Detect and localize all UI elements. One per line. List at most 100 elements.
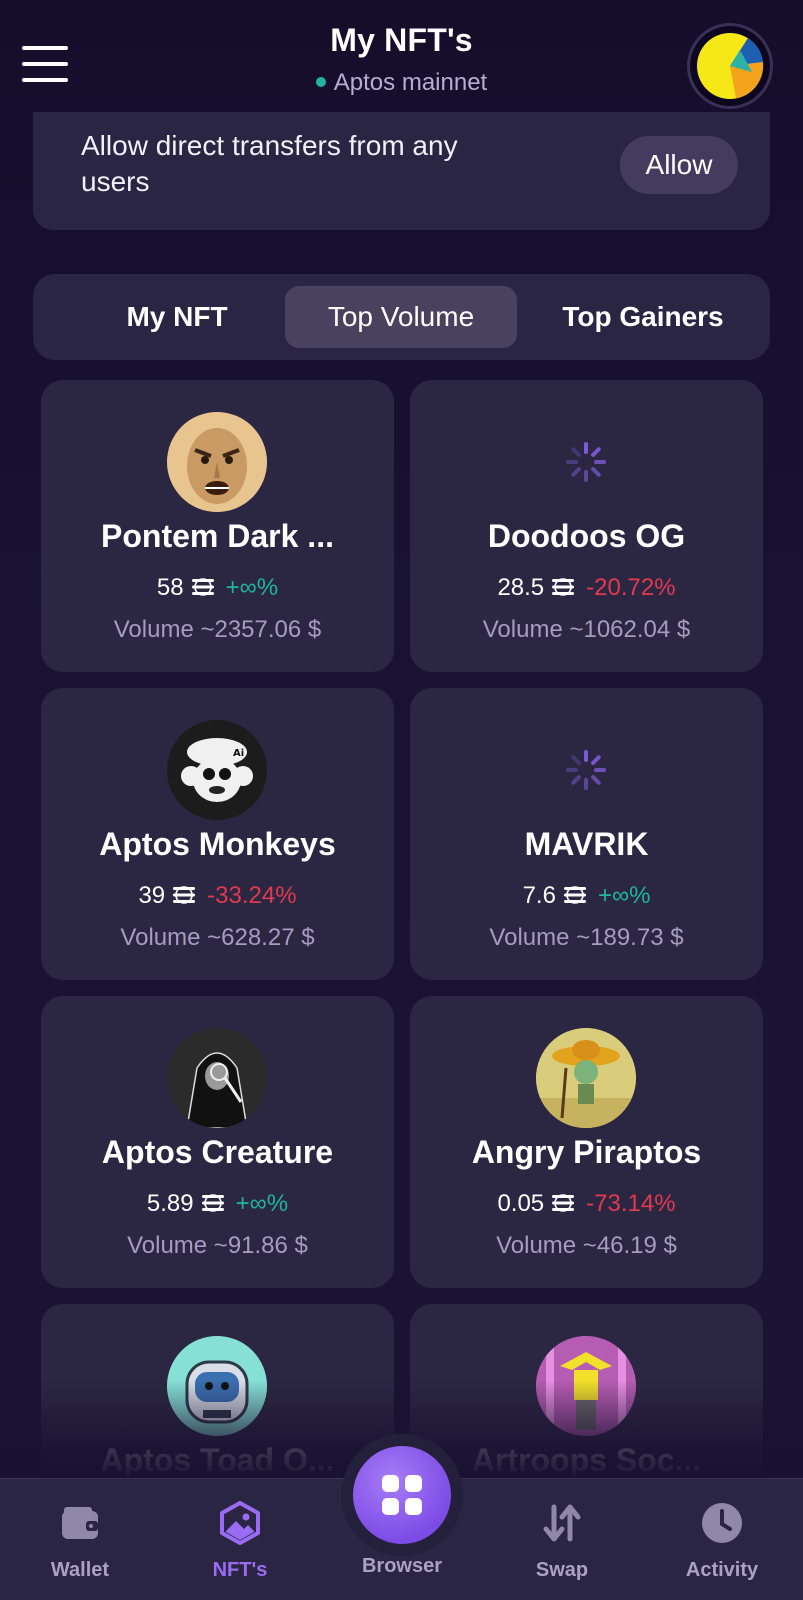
nft-stats: 0.05 -73.14%: [410, 1190, 763, 1218]
volume-label: Volume ~: [113, 616, 215, 643]
title-block: My NFT's Aptos mainnet: [200, 22, 603, 97]
svg-text:Ai: Ai: [233, 748, 244, 759]
nft-card[interactable]: Aptos Creature 5.89 +∞% Volume ~91.86 $: [41, 996, 394, 1288]
nav-browser-button[interactable]: [353, 1446, 451, 1544]
account-avatar[interactable]: [690, 26, 770, 106]
volume-label: Volume ~: [489, 924, 591, 951]
nav-label: NFT's: [212, 1559, 268, 1581]
artroops-avatar: [536, 1336, 636, 1436]
tab-top-volume[interactable]: Top Volume: [285, 286, 517, 348]
tab-top-gainers[interactable]: Top Gainers: [527, 286, 759, 348]
nav-nfts[interactable]: NFT's: [170, 1501, 310, 1582]
nft-price: 7.6: [522, 882, 556, 909]
volume-value: 189.73: [590, 924, 664, 951]
hooded-creature-avatar: [167, 1028, 267, 1128]
nft-name: Aptos Monkeys: [99, 826, 336, 862]
volume-value: 628.27: [221, 924, 295, 951]
nav-label: Activity: [685, 1559, 759, 1581]
nft-stats: 28.5 -20.72%: [410, 574, 763, 602]
swap-arrows-icon: [543, 1504, 581, 1542]
nft-volume: Volume ~2357.06 $: [41, 616, 394, 644]
volume-label: Volume ~: [482, 616, 584, 643]
nft-change: -73.14%: [586, 1190, 676, 1217]
nft-name: MAVRIK: [524, 826, 649, 862]
volume-label: Volume ~: [496, 1232, 597, 1259]
nft-tabs: My NFT Top Volume Top Gainers: [33, 274, 770, 360]
nft-volume: Volume ~189.73 $: [410, 924, 763, 952]
nft-price: 0.05: [497, 1190, 545, 1217]
wallet-icon: [62, 1507, 98, 1539]
nft-name: Doodoos OG: [487, 518, 686, 554]
volume-currency: $: [294, 1232, 308, 1259]
direct-transfer-text: Allow direct transfers from any users: [81, 130, 458, 197]
nft-price: 5.89: [146, 1190, 194, 1217]
nft-name: Aptos Toad O...: [100, 1442, 335, 1478]
aptos-coin-icon: [191, 577, 214, 596]
loading-spinner-icon: [536, 412, 636, 512]
tab-my-nft[interactable]: My NFT: [57, 286, 297, 348]
nft-image-icon: [220, 1501, 260, 1545]
nft-name: Artroops Soc...: [471, 1442, 702, 1478]
aptos-coin-icon: [552, 1193, 575, 1212]
aptos-coin-icon: [563, 885, 586, 904]
app-header: My NFT's Aptos mainnet: [0, 0, 803, 110]
network-indicator[interactable]: Aptos mainnet: [200, 69, 603, 97]
nft-change: -20.72%: [586, 574, 676, 601]
network-label: Aptos mainnet: [333, 69, 488, 96]
nft-name: Aptos Creature: [101, 1134, 334, 1170]
nav-label: Swap: [535, 1559, 589, 1581]
allow-button[interactable]: Allow: [620, 136, 738, 194]
direct-transfer-banner: Allow direct transfers from any users Al…: [33, 112, 770, 230]
nft-price: 28.5: [497, 574, 545, 601]
volume-value: 46.19: [596, 1232, 657, 1259]
nft-change: -33.24%: [207, 882, 297, 909]
nav-browser-label[interactable]: Browser: [333, 1555, 471, 1578]
volume-currency: $: [663, 1232, 677, 1259]
nft-card[interactable]: Angry Piraptos 0.05 -73.14% Volume ~46.19…: [410, 996, 763, 1288]
volume-currency: $: [676, 616, 691, 643]
aptos-coin-icon: [173, 885, 196, 904]
nav-label: Wallet: [50, 1559, 110, 1581]
volume-currency: $: [307, 616, 322, 643]
nav-swap[interactable]: Swap: [492, 1501, 632, 1582]
volume-value: 2357.06: [214, 616, 302, 643]
nft-name: Pontem Dark ...: [101, 518, 334, 554]
volume-value: 1062.04: [583, 616, 671, 643]
nft-stats: 39 -33.24%: [41, 882, 394, 910]
nft-price: 39: [138, 882, 166, 909]
clock-icon: [702, 1503, 742, 1543]
volume-value: 91.86: [227, 1232, 288, 1259]
nft-card[interactable]: Pontem Dark ... 58 +∞% Volume ~2357.06 $: [41, 380, 394, 672]
nft-change: +∞%: [235, 1190, 289, 1217]
volume-currency: $: [670, 924, 684, 951]
nft-screen: My NFT's Aptos mainnet Allow direct tran…: [0, 0, 803, 1600]
aptos-coin-icon: [201, 1193, 224, 1212]
page-title: My NFT's: [330, 22, 473, 58]
nft-name: Angry Piraptos: [471, 1134, 702, 1170]
nft-change: +∞%: [597, 882, 651, 909]
toad-astronaut-avatar: [167, 1336, 267, 1436]
hamburger-menu-icon[interactable]: [22, 44, 68, 84]
nft-change: +∞%: [225, 574, 279, 601]
nav-wallet[interactable]: Wallet: [10, 1501, 150, 1582]
nft-volume: Volume ~628.27 $: [41, 924, 394, 952]
nft-stats: 58 +∞%: [41, 574, 394, 602]
apps-grid-icon: [382, 1475, 422, 1515]
nft-stats: 7.6 +∞%: [410, 882, 763, 910]
volume-label: Volume ~: [120, 924, 222, 951]
volume-label: Volume ~: [127, 1232, 228, 1259]
pirate-avatar: [536, 1028, 636, 1128]
nft-card[interactable]: Doodoos OG 28.5 -20.72% Volume ~1062.04 $: [410, 380, 763, 672]
nft-stats: 5.89 +∞%: [41, 1190, 394, 1218]
nft-price: 58: [156, 574, 184, 601]
nav-activity[interactable]: Activity: [652, 1501, 792, 1582]
loading-spinner-icon: [536, 720, 636, 820]
nft-card[interactable]: MAVRIK 7.6 +∞% Volume ~189.73 $: [410, 688, 763, 980]
account-avatar-icon: [697, 33, 764, 99]
nft-card[interactable]: Ai Aptos Monkeys 39 -33.24% Volume ~628.2…: [41, 688, 394, 980]
nft-volume: Volume ~91.86 $: [41, 1232, 394, 1260]
nft-volume: Volume ~1062.04 $: [410, 616, 763, 644]
monkey-avatar: Ai: [167, 720, 267, 820]
network-status-dot: [315, 76, 326, 87]
volume-currency: $: [301, 924, 315, 951]
